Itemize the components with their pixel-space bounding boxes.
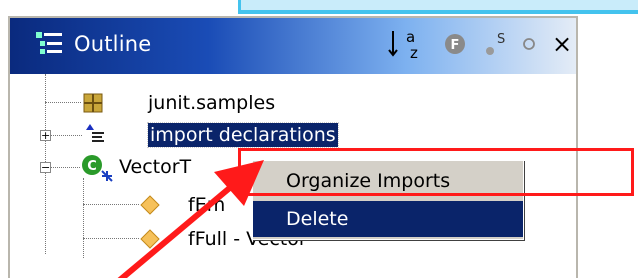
callout-arrow-icon (117, 160, 264, 278)
